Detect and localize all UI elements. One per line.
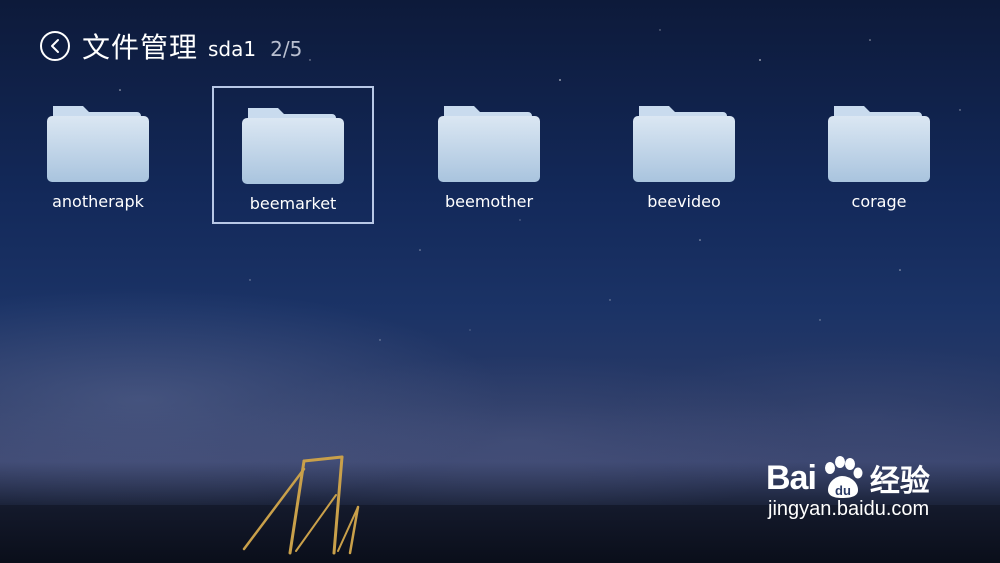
baidu-paw-icon: du [824, 456, 863, 498]
folder-icon [828, 106, 930, 182]
baidu-jingyan-watermark: Bai du 经验 jingyan.baidu.com [766, 456, 930, 521]
folder-icon [438, 106, 540, 182]
folder-item-corage[interactable]: corage [798, 86, 960, 224]
folder-icon [47, 106, 149, 182]
folder-icon [242, 108, 344, 184]
folder-label: beevideo [647, 192, 721, 211]
watermark-url: jingyan.baidu.com [768, 498, 930, 520]
folder-label: corage [851, 192, 907, 211]
folder-icon [633, 106, 735, 182]
svg-text:du: du [835, 483, 851, 498]
folder-item-beemother[interactable]: beemother [408, 86, 570, 224]
folder-label: beemarket [249, 194, 337, 213]
watermark-brand-left: Bai [766, 458, 817, 497]
folder-label: anotherapk [52, 192, 144, 211]
watermark-brand-right: 经验 [869, 464, 930, 499]
folder-item-beevideo[interactable]: beevideo [603, 86, 765, 224]
folder-item-beemarket[interactable]: beemarket [212, 86, 374, 224]
folder-item-anotherapk[interactable]: anotherapk [17, 86, 179, 224]
folder-label: beemother [444, 192, 534, 211]
